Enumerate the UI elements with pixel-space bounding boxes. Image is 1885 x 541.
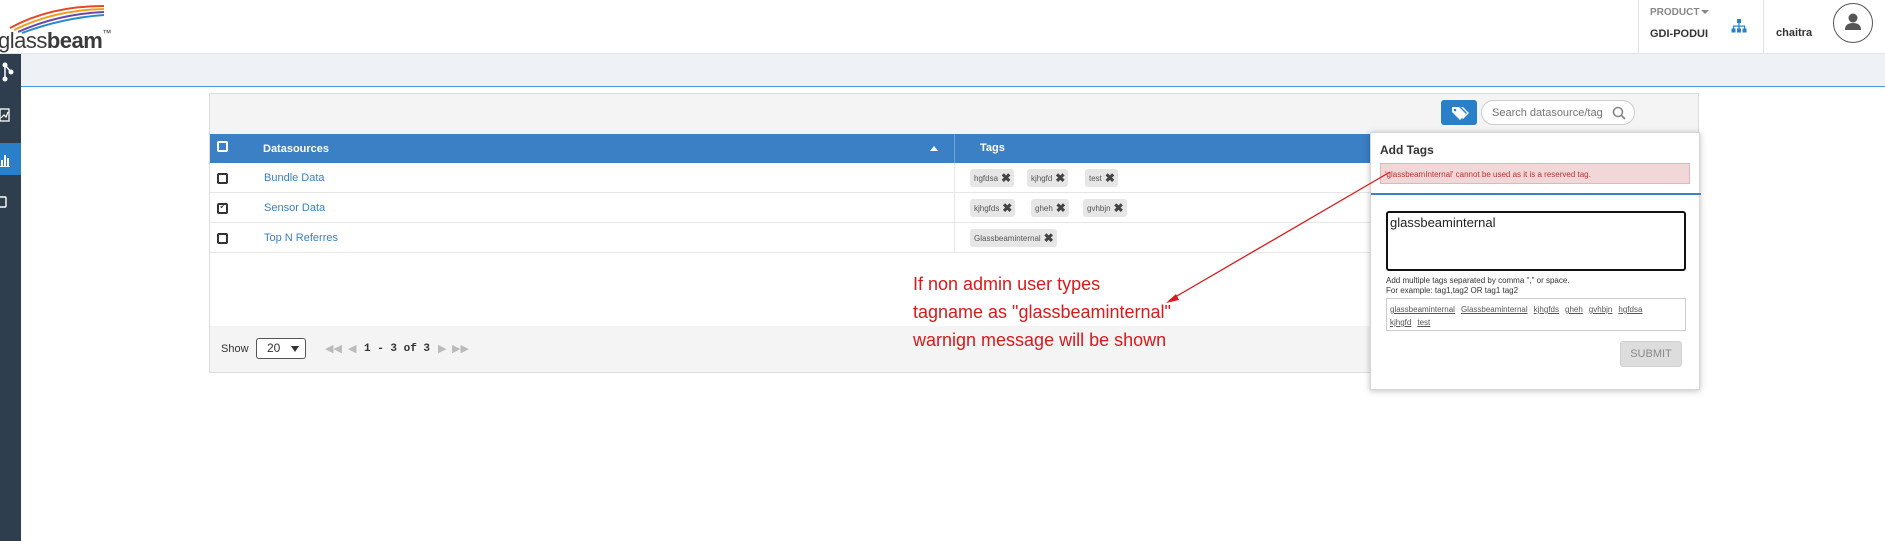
- chart-board-icon: [0, 108, 10, 122]
- tag-chip: gvhbjn ✖: [1083, 199, 1127, 217]
- datasource-link[interactable]: Top N Referres: [264, 232, 338, 244]
- page-size-select[interactable]: 20: [256, 338, 306, 359]
- header-divider: [1638, 0, 1639, 54]
- sidebar-item-datasources[interactable]: [0, 143, 21, 175]
- datasource-link[interactable]: Sensor Data: [264, 202, 325, 214]
- tag-chip: test ✖: [1085, 169, 1118, 187]
- tag-chip: hgfdsa ✖: [970, 169, 1015, 187]
- device-icon: [0, 196, 7, 208]
- page-range-text: 1 - 3 of 3: [364, 343, 431, 355]
- suggested-tag[interactable]: gheh: [1565, 305, 1583, 314]
- workflow-icon: [2, 62, 14, 82]
- user-icon: [1845, 13, 1861, 30]
- product-name[interactable]: GDI-PODUI: [1650, 28, 1708, 40]
- tag-chip: kjhgfd ✖: [1027, 169, 1069, 187]
- glassbeam-logo[interactable]: glassbeam™: [0, 4, 120, 53]
- suggested-tag[interactable]: kjhgfd: [1390, 318, 1411, 327]
- row-checkbox[interactable]: [217, 173, 228, 184]
- reserved-tag-error: 'glassbeamInternal' cannot be used as it…: [1380, 163, 1690, 184]
- remove-tag-icon[interactable]: ✖: [1105, 171, 1115, 185]
- tag-input-textarea[interactable]: glassbeaminternal: [1386, 211, 1686, 271]
- sidebar-item-devices[interactable]: [0, 186, 21, 218]
- remove-tag-icon[interactable]: ✖: [1002, 201, 1012, 215]
- last-page-icon[interactable]: ▶▶: [452, 342, 469, 355]
- column-divider: [954, 134, 955, 163]
- product-dropdown-label[interactable]: PRODUCT: [1650, 7, 1710, 18]
- remove-tag-icon[interactable]: ✖: [1114, 201, 1124, 215]
- row-checkbox[interactable]: [217, 233, 228, 244]
- remove-tag-icon[interactable]: ✖: [1044, 231, 1054, 245]
- suggested-tag[interactable]: hgfdsa: [1618, 305, 1642, 314]
- next-page-icon[interactable]: ▶: [438, 342, 446, 355]
- add-tags-popup: Add Tags 'glassbeamInternal' cannot be u…: [1370, 132, 1701, 390]
- tags-icon: [1452, 107, 1469, 120]
- search-input[interactable]: [1492, 105, 1612, 120]
- sidebar-item-reports[interactable]: [0, 100, 21, 132]
- sidebar-item-workflow[interactable]: [0, 56, 21, 88]
- submit-button[interactable]: SUBMIT: [1620, 341, 1682, 367]
- add-tags-button[interactable]: [1441, 100, 1477, 125]
- search-icon[interactable]: [1612, 106, 1626, 120]
- tag-input-hint: Add multiple tags separated by comma ","…: [1386, 276, 1570, 295]
- sitemap-icon[interactable]: [1731, 19, 1747, 33]
- column-divider: [954, 193, 955, 223]
- chevron-down-icon: [291, 346, 299, 352]
- bar-chart-icon: [0, 155, 10, 167]
- sub-toolbar: [21, 54, 1885, 87]
- suggested-tag[interactable]: kjhgfds: [1534, 305, 1559, 314]
- suggested-tag[interactable]: Glassbeaminternal: [1461, 305, 1528, 314]
- first-page-icon[interactable]: ◀◀: [325, 342, 342, 355]
- suggested-tag[interactable]: test: [1417, 318, 1430, 327]
- tag-chip: gheh ✖: [1031, 199, 1069, 217]
- header-divider: [1763, 0, 1764, 54]
- select-all-checkbox[interactable]: [217, 141, 228, 152]
- show-label: Show: [221, 343, 249, 355]
- remove-tag-icon[interactable]: ✖: [1056, 201, 1066, 215]
- popup-divider: [1371, 193, 1701, 195]
- column-divider: [954, 163, 955, 193]
- column-header-datasources[interactable]: Datasources: [263, 143, 329, 155]
- column-divider: [954, 223, 955, 253]
- suggested-tag[interactable]: glassbeaminternal: [1390, 305, 1455, 314]
- column-header-tags: Tags: [980, 142, 1005, 154]
- remove-tag-icon[interactable]: ✖: [1055, 171, 1065, 185]
- tag-chip: Glassbeaminternal ✖: [970, 229, 1057, 247]
- caret-down-icon: [1701, 10, 1710, 15]
- tag-suggestions: glassbeaminternal Glassbeaminternal kjhgfd…: [1386, 298, 1686, 331]
- search-box[interactable]: [1481, 100, 1635, 125]
- popup-title: Add Tags: [1380, 143, 1434, 157]
- tag-chip: kjhgfds ✖: [970, 199, 1016, 217]
- row-checkbox[interactable]: [217, 201, 228, 214]
- datasource-link[interactable]: Bundle Data: [264, 172, 325, 184]
- top-header: glassbeam™ PRODUCT GDI-PODUI chaitra: [0, 0, 1885, 54]
- annotation-note: If non admin user types tagname as "glas…: [913, 274, 1171, 350]
- sort-asc-icon[interactable]: [930, 146, 938, 151]
- suggested-tag[interactable]: gvhbjn: [1589, 305, 1613, 314]
- left-sidebar: [0, 54, 21, 541]
- prev-page-icon[interactable]: ◀: [348, 342, 356, 355]
- user-avatar[interactable]: [1833, 3, 1873, 43]
- remove-tag-icon[interactable]: ✖: [1001, 171, 1011, 185]
- username-label[interactable]: chaitra: [1776, 27, 1812, 39]
- logo-wordmark: glassbeam™: [0, 28, 111, 53]
